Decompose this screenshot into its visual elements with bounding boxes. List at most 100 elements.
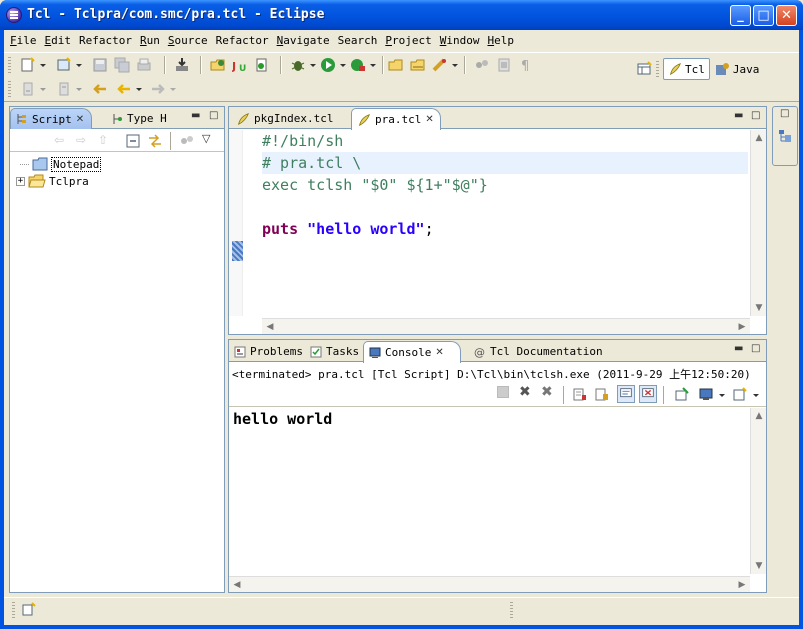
tree-item-tclpra[interactable]: + Tclpra bbox=[16, 173, 89, 189]
maximize-view-icon[interactable]: □ bbox=[751, 110, 760, 121]
external-tools-dropdown-icon[interactable] bbox=[370, 64, 376, 67]
editor-vertical-scrollbar[interactable]: ▲ ▼ bbox=[750, 130, 766, 316]
remove-all-terminated-icon[interactable]: ✖ bbox=[541, 384, 553, 400]
close-tab-icon[interactable]: ✕ bbox=[435, 347, 443, 358]
open-perspective-icon[interactable] bbox=[636, 61, 652, 77]
show-on-stderr-icon[interactable] bbox=[639, 385, 657, 403]
minimize-view-icon[interactable]: ▬ bbox=[734, 343, 743, 354]
debug-dropdown-icon[interactable] bbox=[310, 64, 316, 67]
minimize-button[interactable]: _ bbox=[730, 5, 751, 26]
search-icon[interactable] bbox=[432, 57, 448, 73]
scroll-lock-icon[interactable] bbox=[595, 387, 609, 401]
menu-item[interactable]: Search bbox=[334, 34, 382, 47]
new-project-icon[interactable] bbox=[56, 57, 72, 73]
toolbar-grip[interactable] bbox=[8, 81, 11, 97]
scroll-down-icon[interactable]: ▼ bbox=[751, 300, 767, 316]
new-project-dropdown-icon[interactable] bbox=[76, 64, 82, 67]
close-tab-icon[interactable]: ✕ bbox=[76, 114, 84, 125]
maximize-view-icon[interactable]: □ bbox=[209, 110, 218, 121]
menu-item[interactable]: Refactor bbox=[75, 34, 136, 47]
open-resource-icon[interactable] bbox=[410, 57, 426, 73]
menu-item[interactable]: File bbox=[6, 34, 41, 47]
scroll-left-icon[interactable]: ◀ bbox=[262, 319, 278, 335]
tab-pkgindex[interactable]: pkgIndex.tcl bbox=[231, 108, 338, 129]
tab-problems[interactable]: Problems bbox=[229, 341, 308, 362]
display-console-dropdown-icon[interactable] bbox=[719, 394, 725, 397]
editor-horizontal-scrollbar[interactable]: ◀ ▶ bbox=[262, 318, 750, 334]
last-edit-location-icon[interactable] bbox=[92, 81, 108, 97]
console-vertical-scrollbar[interactable]: ▲ ▼ bbox=[750, 408, 766, 574]
menu-item[interactable]: Project bbox=[381, 34, 435, 47]
main-toolbar: JU ¶ Tcl Java bbox=[4, 52, 799, 102]
tcl-perspective-button[interactable]: Tcl bbox=[663, 58, 710, 80]
menu-item[interactable]: Refactor bbox=[212, 34, 273, 47]
new-class-icon[interactable] bbox=[254, 57, 270, 73]
maximize-view-icon[interactable]: □ bbox=[751, 343, 760, 354]
show-on-stdout-icon[interactable] bbox=[617, 385, 635, 403]
remove-launch-icon[interactable]: ✖ bbox=[519, 384, 531, 400]
title-bar[interactable]: Tcl - Tclpra/com.smc/pra.tcl - Eclipse _… bbox=[0, 0, 803, 30]
back-icon[interactable] bbox=[116, 81, 132, 97]
expand-toggle-icon[interactable]: + bbox=[16, 176, 25, 186]
search-dropdown-icon[interactable] bbox=[452, 64, 458, 67]
scroll-right-icon[interactable]: ▶ bbox=[734, 577, 750, 593]
close-button[interactable]: ✕ bbox=[776, 5, 797, 26]
open-folder-icon[interactable] bbox=[388, 57, 404, 73]
tab-tasks[interactable]: Tasks bbox=[305, 341, 364, 362]
scroll-left-icon[interactable]: ◀ bbox=[229, 577, 245, 593]
open-console-icon[interactable] bbox=[733, 387, 747, 401]
console-horizontal-scrollbar[interactable]: ◀ ▶ bbox=[229, 576, 750, 592]
tree-item-label: Tclpra bbox=[49, 174, 89, 188]
back-dropdown-icon[interactable] bbox=[136, 88, 142, 91]
code-editor[interactable]: #!/bin/sh # pra.tcl \ exec tclsh "$0" ${… bbox=[262, 130, 748, 316]
menu-item[interactable]: Navigate bbox=[273, 34, 334, 47]
link-with-editor-icon[interactable] bbox=[148, 134, 162, 148]
scroll-down-icon[interactable]: ▼ bbox=[751, 558, 767, 574]
maximize-button[interactable]: □ bbox=[753, 5, 774, 26]
menu-item[interactable]: Window bbox=[436, 34, 484, 47]
toolbar-grip[interactable] bbox=[8, 57, 11, 73]
run-icon[interactable] bbox=[320, 57, 336, 73]
minimize-view-icon[interactable]: ▬ bbox=[734, 110, 743, 121]
run-dropdown-icon[interactable] bbox=[340, 64, 346, 67]
tab-pra-tcl[interactable]: pra.tcl ✕ bbox=[351, 108, 441, 130]
clear-console-icon[interactable] bbox=[573, 387, 587, 401]
scroll-up-icon[interactable]: ▲ bbox=[751, 408, 767, 424]
script-explorer-toolbar: ⇦ ⇨ ⇧ ▽ bbox=[10, 130, 224, 152]
java-perspective-icon bbox=[715, 63, 729, 75]
toolbar-separator bbox=[164, 56, 166, 74]
tab-script[interactable]: Script ✕ bbox=[10, 108, 92, 129]
open-type-icon[interactable] bbox=[210, 57, 226, 73]
java-perspective-button[interactable]: Java bbox=[710, 58, 764, 80]
junit-icon[interactable]: JU bbox=[232, 57, 248, 73]
new-dropdown-icon[interactable] bbox=[40, 64, 46, 67]
fast-view-icon[interactable] bbox=[22, 602, 36, 616]
minimize-view-icon[interactable]: ▬ bbox=[191, 110, 200, 121]
scroll-right-icon[interactable]: ▶ bbox=[734, 319, 750, 335]
import-icon[interactable] bbox=[174, 57, 190, 73]
close-tab-icon[interactable]: ✕ bbox=[425, 114, 433, 125]
tab-tasks-label: Tasks bbox=[326, 345, 360, 358]
pin-console-icon[interactable] bbox=[675, 387, 689, 401]
tab-type-hierarchy[interactable]: Type H bbox=[106, 108, 172, 129]
menu-item[interactable]: Run bbox=[136, 34, 164, 47]
console-output[interactable]: hello world bbox=[233, 410, 332, 428]
collapse-all-icon[interactable] bbox=[126, 134, 140, 148]
display-console-icon[interactable] bbox=[699, 387, 713, 401]
tab-console[interactable]: Console ✕ bbox=[363, 341, 461, 363]
external-tools-icon[interactable] bbox=[350, 57, 366, 73]
open-console-dropdown-icon[interactable] bbox=[753, 394, 759, 397]
menu-bar: File Edit Refactor Run Source Refactor Navigat… bbox=[4, 30, 799, 50]
menu-item[interactable]: Edit bbox=[41, 34, 76, 47]
restore-view-icon[interactable]: □ bbox=[780, 108, 789, 119]
window-title: Tcl - Tclpra/com.smc/pra.tcl - Eclipse bbox=[27, 7, 325, 22]
view-menu-icon[interactable]: ▽ bbox=[202, 132, 210, 145]
debug-icon[interactable] bbox=[290, 57, 306, 73]
outline-icon[interactable] bbox=[778, 129, 792, 143]
tab-tcl-documentation[interactable]: @ Tcl Documentation bbox=[469, 341, 608, 362]
menu-item[interactable]: Help bbox=[483, 34, 518, 47]
new-file-icon[interactable] bbox=[20, 57, 36, 73]
menu-item[interactable]: Source bbox=[164, 34, 212, 47]
tree-item-notepad[interactable]: Notepad bbox=[20, 156, 102, 172]
scroll-up-icon[interactable]: ▲ bbox=[751, 130, 767, 146]
